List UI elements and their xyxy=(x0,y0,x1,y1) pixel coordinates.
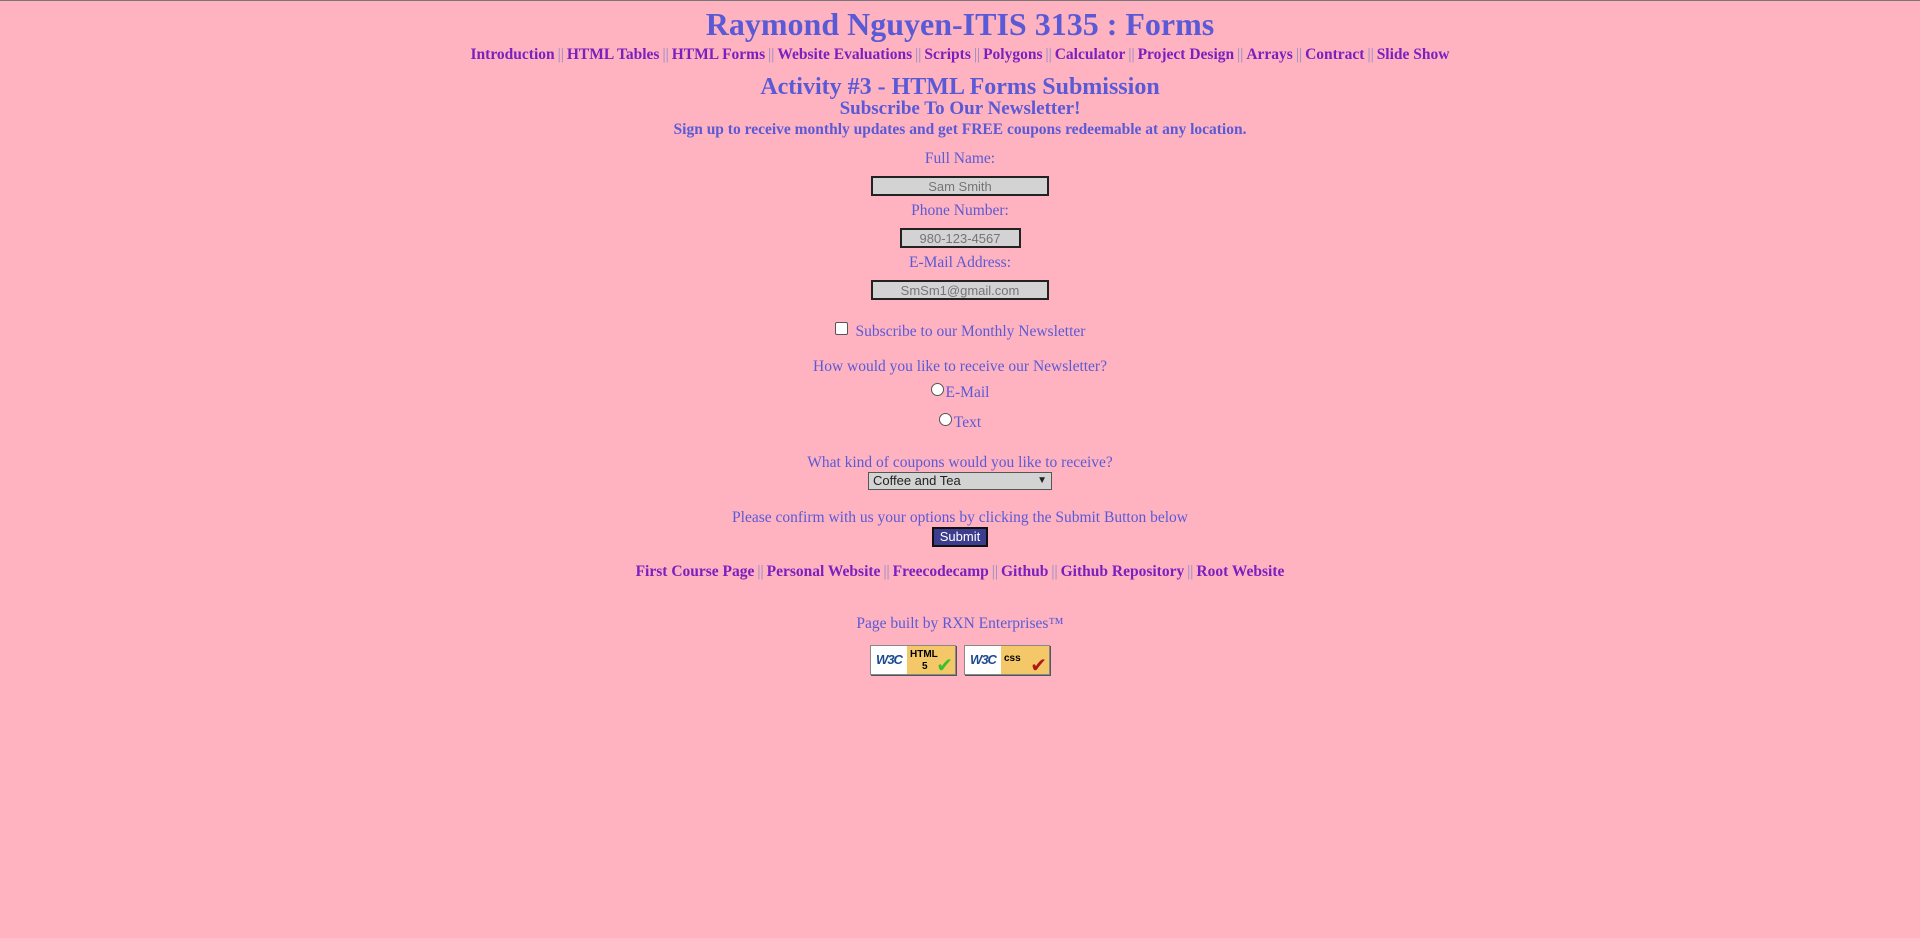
nav-scripts[interactable]: Scripts xyxy=(924,46,971,63)
html5-valid-badge[interactable]: W3C HTML 5 ✔ xyxy=(870,645,956,677)
delivery-option-text: Text xyxy=(0,413,1920,432)
footer-separator: || xyxy=(1187,563,1194,580)
nav-arrays[interactable]: Arrays xyxy=(1246,46,1293,63)
email-radio-label: E-Mail xyxy=(945,384,990,401)
coupon-select[interactable]: Coffee and Tea ▼ xyxy=(868,472,1052,490)
nav-website-evaluations[interactable]: Website Evaluations xyxy=(777,46,912,63)
delivery-question: How would you like to receive our Newsle… xyxy=(813,358,1107,375)
nav-separator: || xyxy=(973,46,981,63)
nav-contract[interactable]: Contract xyxy=(1305,46,1364,63)
nav-separator: || xyxy=(1367,46,1374,63)
chevron-down-icon: ▼ xyxy=(1037,475,1047,486)
nav-separator: || xyxy=(1128,46,1135,63)
phone-label: Phone Number: xyxy=(911,202,1009,219)
nav-project-design[interactable]: Project Design xyxy=(1138,46,1235,63)
footer-link-personal-website[interactable]: Personal Website xyxy=(767,563,881,580)
validation-badges: W3C HTML 5 ✔ W3C css ✔ xyxy=(0,645,1920,677)
coupon-select-value: Coffee and Tea xyxy=(873,473,961,488)
footer-links: First Course Page || Personal Website || Fre… xyxy=(0,563,1920,581)
activity-title: Activity #3 - HTML Forms Submission xyxy=(760,74,1160,100)
html5-badge-tag: HTML 5 ✔ xyxy=(907,646,955,677)
nav-polygons[interactable]: Polygons xyxy=(983,46,1042,63)
confirm-text: Please confirm with us your options by c… xyxy=(732,509,1188,526)
nav-separator: || xyxy=(662,46,669,63)
footer-link-freecodecamp[interactable]: Freecodecamp xyxy=(893,563,989,580)
nav-html-forms[interactable]: HTML Forms xyxy=(672,46,765,63)
site-title: Raymond Nguyen-ITIS 3135 : Forms xyxy=(705,6,1215,42)
footer-separator: || xyxy=(991,563,998,580)
footer-link-first-course-page[interactable]: First Course Page xyxy=(636,563,755,580)
checkmark-icon: ✔ xyxy=(1030,655,1047,677)
nav-html-tables[interactable]: HTML Tables xyxy=(567,46,660,63)
subscribe-checkbox[interactable] xyxy=(834,322,848,335)
nav-slide-show[interactable]: Slide Show xyxy=(1377,46,1450,63)
footer-separator: || xyxy=(1051,563,1058,580)
email-input[interactable] xyxy=(871,280,1049,300)
nav-separator: || xyxy=(1045,46,1052,63)
email-label: E-Mail Address: xyxy=(908,254,1012,271)
nav-separator: || xyxy=(557,46,564,63)
nav-separator: || xyxy=(1237,46,1244,63)
text-radio-label: Text xyxy=(953,414,982,431)
footer-link-github[interactable]: Github xyxy=(1001,563,1048,580)
w3c-logo-icon: W3C xyxy=(965,646,1001,674)
coupon-question: What kind of coupons would you like to r… xyxy=(807,454,1113,471)
footer-separator: || xyxy=(883,563,890,580)
footer-link-root-website[interactable]: Root Website xyxy=(1196,563,1284,580)
nav-calculator[interactable]: Calculator xyxy=(1055,46,1126,63)
footer-separator: || xyxy=(757,563,764,580)
nav-separator: || xyxy=(768,46,775,63)
checkmark-icon: ✔ xyxy=(936,655,953,677)
delivery-option-email: E-Mail xyxy=(0,383,1920,402)
phone-input[interactable] xyxy=(899,228,1021,248)
submit-button[interactable]: Submit xyxy=(931,527,989,547)
newsletter-heading: Subscribe To Our Newsletter! xyxy=(839,98,1081,119)
built-by-text: Page built by RXN Enterprises™ xyxy=(856,615,1064,632)
w3c-logo-icon: W3C xyxy=(871,646,907,674)
newsletter-intro: Sign up to receive monthly updates and g… xyxy=(673,121,1247,138)
nav-separator: || xyxy=(1295,46,1303,63)
nav-introduction[interactable]: Introduction xyxy=(471,46,555,63)
footer-link-github-repository[interactable]: Github Repository xyxy=(1061,563,1185,580)
text-radio[interactable] xyxy=(938,413,952,426)
main-nav: Introduction || HTML Tables || HTML Forms || W… xyxy=(0,45,1920,65)
newsletter-form: Full Name: Phone Number: E-Mail Address:… xyxy=(0,150,1920,547)
nav-separator: || xyxy=(915,46,922,63)
email-radio[interactable] xyxy=(930,383,944,396)
css-badge-tag: css ✔ xyxy=(1001,646,1049,677)
full-name-input[interactable] xyxy=(871,176,1049,196)
full-name-label: Full Name: xyxy=(924,150,996,167)
css-valid-badge[interactable]: W3C css ✔ xyxy=(964,645,1050,677)
subscribe-row: Subscribe to our Monthly Newsletter xyxy=(0,322,1920,341)
subscribe-checkbox-label: Subscribe to our Monthly Newsletter xyxy=(855,323,1086,340)
